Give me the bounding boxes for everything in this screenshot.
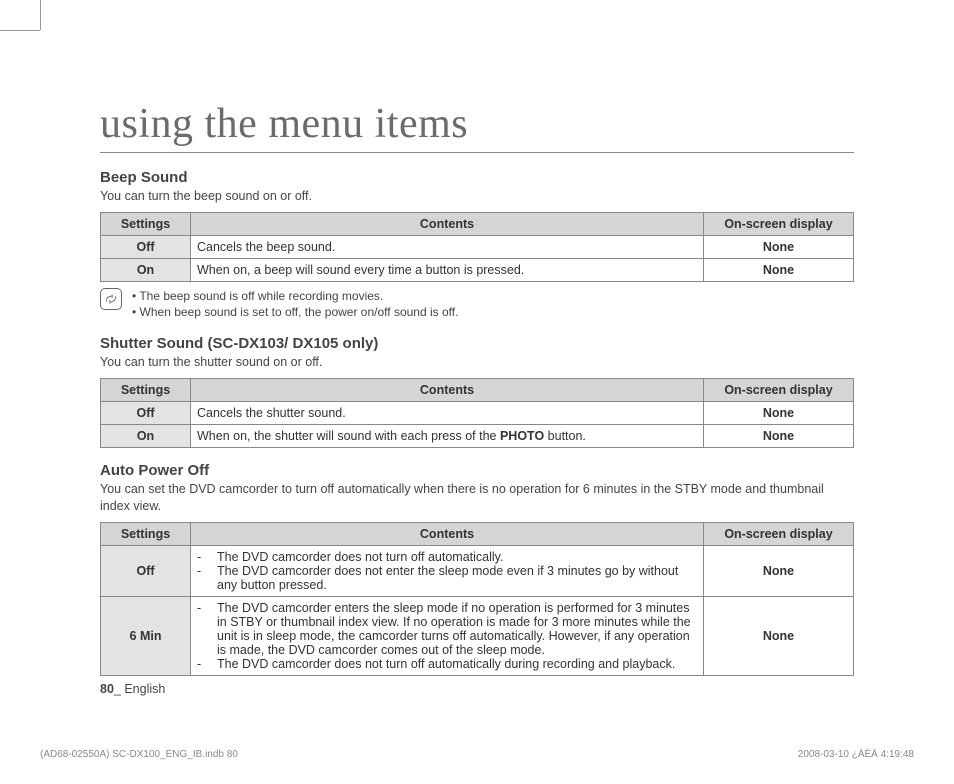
cell-osd: None: [704, 258, 854, 281]
cell-content: Cancels the beep sound.: [191, 235, 704, 258]
print-footer: (AD68-02550A) SC-DX100_ENG_IB.indb 80 20…: [0, 749, 954, 760]
cell-osd: None: [704, 596, 854, 675]
text: button.: [544, 429, 586, 443]
footer-sep: _: [114, 682, 124, 696]
table-row: On When on, the shutter will sound with …: [101, 424, 854, 447]
th-osd: On-screen display: [704, 212, 854, 235]
cell-osd: None: [704, 235, 854, 258]
beep-sub: You can turn the beep sound on or off.: [100, 188, 854, 206]
list-item: The DVD camcorder does not turn off auto…: [217, 657, 675, 671]
th-contents: Contents: [191, 522, 704, 545]
note-lines: The beep sound is off while recording mo…: [132, 288, 458, 322]
table-row: On When on, a beep will sound every time…: [101, 258, 854, 281]
page-title: using the menu items: [100, 100, 854, 153]
cell-setting: On: [101, 258, 191, 281]
cell-content: When on, the shutter will sound with eac…: [191, 424, 704, 447]
list-item: The DVD camcorder does not enter the sle…: [217, 564, 697, 592]
beep-table: Settings Contents On-screen display Off …: [100, 212, 854, 282]
note-icon: [100, 288, 122, 310]
autopower-heading: Auto Power Off: [100, 462, 854, 479]
print-info-left: (AD68-02550A) SC-DX100_ENG_IB.indb 80: [40, 749, 238, 760]
cell-content: When on, a beep will sound every time a …: [191, 258, 704, 281]
list-item: The DVD camcorder enters the sleep mode …: [217, 601, 697, 657]
table-row: Off Cancels the beep sound. None: [101, 235, 854, 258]
cell-content: The DVD camcorder enters the sleep mode …: [191, 596, 704, 675]
crop-marks: [0, 0, 60, 50]
note-line: The beep sound is off while recording mo…: [132, 288, 458, 305]
cell-setting: Off: [101, 401, 191, 424]
bold-text: PHOTO: [500, 429, 544, 443]
page-number: 80: [100, 682, 114, 696]
cell-setting: Off: [101, 545, 191, 596]
table-row: Off Cancels the shutter sound. None: [101, 401, 854, 424]
beep-notes: The beep sound is off while recording mo…: [100, 288, 854, 322]
cell-content: Cancels the shutter sound.: [191, 401, 704, 424]
shutter-sub: You can turn the shutter sound on or off…: [100, 354, 854, 372]
footer-lang: English: [124, 682, 165, 696]
page-content: using the menu items Beep Sound You can …: [0, 0, 954, 696]
autopower-table: Settings Contents On-screen display Off …: [100, 522, 854, 676]
cell-content: The DVD camcorder does not turn off auto…: [191, 545, 704, 596]
th-settings: Settings: [101, 522, 191, 545]
th-settings: Settings: [101, 212, 191, 235]
th-contents: Contents: [191, 212, 704, 235]
cell-setting: Off: [101, 235, 191, 258]
th-osd: On-screen display: [704, 522, 854, 545]
cell-setting: On: [101, 424, 191, 447]
table-row: Off The DVD camcorder does not turn off …: [101, 545, 854, 596]
cell-setting: 6 Min: [101, 596, 191, 675]
cell-osd: None: [704, 401, 854, 424]
table-row: 6 Min The DVD camcorder enters the sleep…: [101, 596, 854, 675]
th-contents: Contents: [191, 378, 704, 401]
note-line: When beep sound is set to off, the power…: [132, 304, 458, 321]
text: When on, the shutter will sound with eac…: [197, 429, 500, 443]
autopower-sub: You can set the DVD camcorder to turn of…: [100, 481, 854, 516]
shutter-table: Settings Contents On-screen display Off …: [100, 378, 854, 448]
th-osd: On-screen display: [704, 378, 854, 401]
cell-osd: None: [704, 545, 854, 596]
list-item: The DVD camcorder does not turn off auto…: [217, 550, 503, 564]
shutter-heading: Shutter Sound (SC-DX103/ DX105 only): [100, 335, 854, 352]
th-settings: Settings: [101, 378, 191, 401]
print-info-right: 2008-03-10 ¿ÀÈÄ 4:19:48: [798, 749, 914, 760]
beep-heading: Beep Sound: [100, 169, 854, 186]
cell-osd: None: [704, 424, 854, 447]
page-footer: 80_ English: [100, 682, 854, 696]
